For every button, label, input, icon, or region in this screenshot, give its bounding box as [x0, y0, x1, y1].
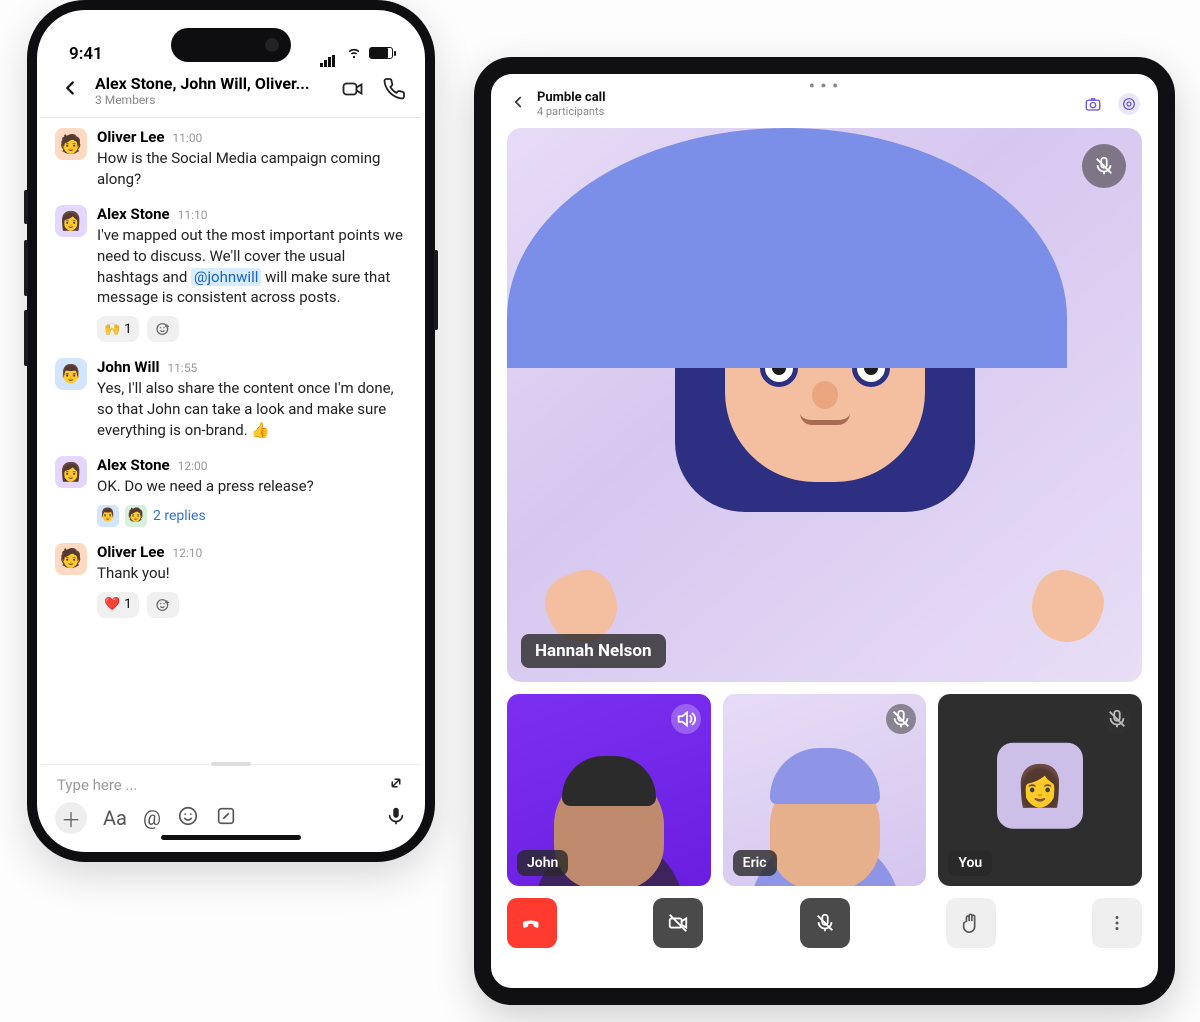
participant-name-label: You	[948, 850, 992, 876]
chat-message: 🧑 Oliver Lee 12:10 Thank you! ❤️ 1	[53, 537, 409, 628]
main-speaker-tile[interactable]: Hannah Nelson	[507, 128, 1142, 682]
reply-avatar: 👨	[97, 505, 119, 527]
composer-drag-handle[interactable]	[41, 764, 421, 772]
speaker-avatar-illustration	[507, 128, 1142, 682]
expand-composer-button[interactable]	[387, 774, 405, 796]
hang-up-button[interactable]	[507, 898, 557, 948]
replies-count-label: 2 replies	[153, 508, 206, 524]
phone-home-indicator[interactable]	[161, 835, 301, 840]
chat-message: 👨 John Will 11:55 Yes, I'll also share t…	[53, 352, 409, 450]
message-text: I've mapped out the most important point…	[97, 225, 407, 308]
speaker-name-label: Hannah Nelson	[521, 634, 666, 668]
self-avatar: 👩	[997, 743, 1083, 829]
chat-subtitle: 3 Members	[95, 93, 331, 107]
muted-icon	[1102, 704, 1132, 734]
back-button[interactable]	[55, 76, 85, 106]
call-subtitle: 4 participants	[537, 105, 606, 118]
avatar[interactable]: 👩	[55, 205, 87, 237]
tablet-camera-dots: ● ● ●	[809, 80, 840, 91]
message-time: 12:00	[178, 459, 208, 473]
audio-call-button[interactable]	[383, 77, 407, 105]
phone-power-button	[434, 250, 438, 330]
attach-button[interactable]: ＋	[55, 802, 87, 834]
emoji-button[interactable]	[177, 805, 199, 832]
reaction-chip[interactable]: ❤️ 1	[97, 592, 139, 618]
avatar[interactable]: 🧑	[55, 543, 87, 575]
phone-mute-switch	[24, 190, 28, 224]
compose-note-button[interactable]	[215, 805, 237, 832]
screen-share-icon[interactable]	[1118, 93, 1140, 115]
participant-tile-john[interactable]: John	[507, 694, 711, 886]
video-call-button[interactable]	[341, 77, 365, 105]
cellular-icon	[319, 47, 339, 59]
chat-header: Alex Stone, John Will, Oliver... 3 Membe…	[41, 68, 421, 118]
thread-replies-link[interactable]: 👨 🧑 2 replies	[97, 505, 407, 527]
message-input[interactable]: Type here ...	[57, 776, 137, 794]
participant-name-label: John	[517, 850, 568, 876]
phone-volume-down	[24, 310, 28, 366]
reaction-chip[interactable]: 🙌 1	[97, 316, 139, 342]
participant-tile-you[interactable]: 👩 You	[938, 694, 1142, 886]
phone-volume-up	[24, 240, 28, 296]
chat-message: 👩 Alex Stone 11:10 I've mapped out the m…	[53, 199, 409, 352]
participant-tile-eric[interactable]: Eric	[723, 694, 927, 886]
message-author[interactable]: Alex Stone	[97, 205, 170, 223]
message-text: Yes, I'll also share the content once I'…	[97, 378, 407, 440]
chat-message: 👩 Alex Stone 12:00 OK. Do we need a pres…	[53, 450, 409, 537]
mention-button[interactable]: @	[143, 806, 161, 830]
chat-message-list[interactable]: 🧑 Oliver Lee 11:00 How is the Social Med…	[41, 118, 421, 760]
more-options-button[interactable]	[1092, 898, 1142, 948]
reaction-count: 1	[124, 322, 131, 337]
message-time: 11:55	[167, 361, 197, 375]
message-time: 11:10	[178, 208, 208, 222]
avatar[interactable]: 👩	[55, 456, 87, 488]
call-title: Pumble call	[537, 90, 606, 105]
message-author[interactable]: John Will	[97, 358, 159, 376]
reply-avatar: 🧑	[125, 505, 147, 527]
add-reaction-button[interactable]	[147, 316, 179, 342]
participant-name-label: Eric	[733, 850, 777, 876]
reaction-emoji: 🙌	[104, 322, 120, 337]
reaction-emoji: ❤️	[104, 597, 120, 612]
voice-message-button[interactable]	[385, 805, 407, 832]
reaction-count: 1	[124, 597, 131, 612]
toggle-camera-button[interactable]	[653, 898, 703, 948]
speaker-muted-icon	[1082, 144, 1126, 188]
chat-message: 🧑 Oliver Lee 11:00 How is the Social Med…	[53, 122, 409, 199]
battery-icon	[369, 47, 393, 59]
camera-icon[interactable]	[1082, 93, 1104, 115]
message-text: Thank you!	[97, 563, 407, 584]
raise-hand-button[interactable]	[946, 898, 996, 948]
message-time: 11:00	[172, 131, 202, 145]
phone-dynamic-island	[171, 28, 291, 62]
avatar[interactable]: 👨	[55, 358, 87, 390]
wifi-icon	[345, 42, 363, 64]
participant-tiles: John Eric	[507, 694, 1142, 886]
phone-device-frame: 9:41 Alex Stone, John Will, Oliver... 3 …	[27, 0, 435, 862]
back-button[interactable]	[509, 93, 527, 115]
add-reaction-button[interactable]	[147, 592, 179, 618]
call-controls	[507, 898, 1142, 952]
message-author[interactable]: Alex Stone	[97, 456, 170, 474]
message-author[interactable]: Oliver Lee	[97, 128, 164, 146]
mention-chip[interactable]: @johnwill	[191, 268, 261, 286]
message-time: 12:10	[172, 546, 202, 560]
toggle-mic-button[interactable]	[800, 898, 850, 948]
format-text-button[interactable]: Aa	[103, 806, 127, 830]
status-time: 9:41	[69, 44, 103, 64]
message-text: OK. Do we need a press release?	[97, 476, 407, 497]
composer-toolbar: ＋ Aa @	[41, 802, 421, 848]
message-text: How is the Social Media campaign coming …	[97, 148, 407, 189]
chat-title[interactable]: Alex Stone, John Will, Oliver...	[95, 74, 331, 93]
avatar[interactable]: 🧑	[55, 128, 87, 160]
message-author[interactable]: Oliver Lee	[97, 543, 164, 561]
tablet-device-frame: ● ● ● Pumble call 4 participants	[474, 57, 1175, 1005]
